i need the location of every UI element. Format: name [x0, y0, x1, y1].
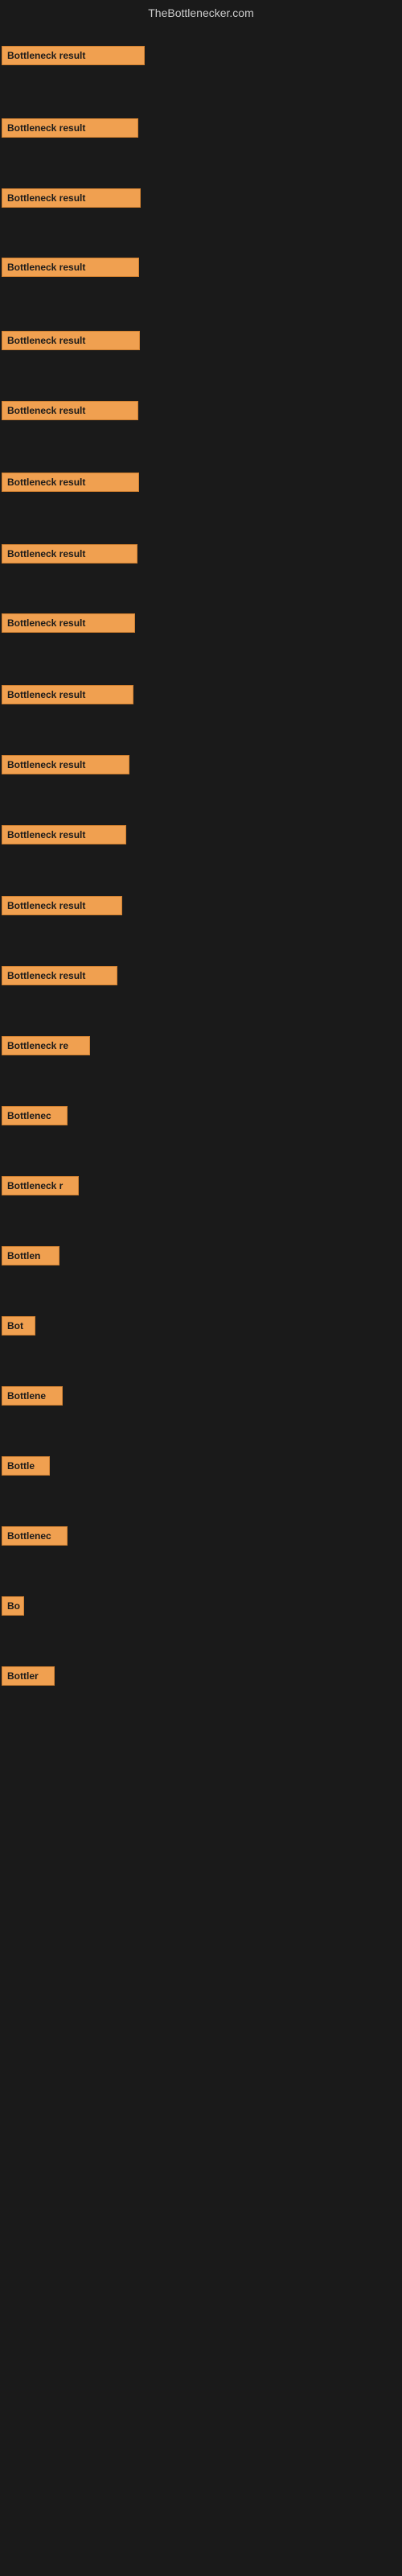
bottleneck-result-item: Bottlenec — [2, 1106, 68, 1125]
bottleneck-result-item: Bottleneck re — [2, 1036, 90, 1055]
bottleneck-result-item: Bottlene — [2, 1386, 63, 1406]
bottleneck-result-item: Bottle — [2, 1456, 50, 1476]
bottleneck-result-item: Bottleneck result — [2, 685, 133, 704]
site-header: TheBottlenecker.com — [0, 0, 402, 23]
bottleneck-result-item: Bottleneck r — [2, 1176, 79, 1195]
bottleneck-result-item: Bottleneck result — [2, 401, 138, 420]
bottleneck-result-item: Bottleneck result — [2, 118, 138, 138]
bottleneck-result-item: Bottleneck result — [2, 46, 145, 65]
bottleneck-result-item: Bottler — [2, 1666, 55, 1686]
bottleneck-result-item: Bottleneck result — [2, 188, 141, 208]
bottleneck-result-item: Bottleneck result — [2, 331, 140, 350]
bottleneck-result-item: Bottleneck result — [2, 755, 129, 774]
bottleneck-result-item: Bottleneck result — [2, 473, 139, 492]
bottleneck-result-item: Bottleneck result — [2, 896, 122, 915]
bottleneck-result-item: Bottleneck result — [2, 966, 117, 985]
bottleneck-result-item: Bot — [2, 1316, 35, 1335]
bottleneck-result-item: Bottleneck result — [2, 613, 135, 633]
bottleneck-result-item: Bo — [2, 1596, 24, 1616]
bottleneck-result-item: Bottleneck result — [2, 258, 139, 277]
bottleneck-result-item: Bottlen — [2, 1246, 59, 1265]
bottleneck-result-item: Bottlenec — [2, 1526, 68, 1546]
bottleneck-result-item: Bottleneck result — [2, 544, 137, 564]
bottleneck-result-item: Bottleneck result — [2, 825, 126, 844]
